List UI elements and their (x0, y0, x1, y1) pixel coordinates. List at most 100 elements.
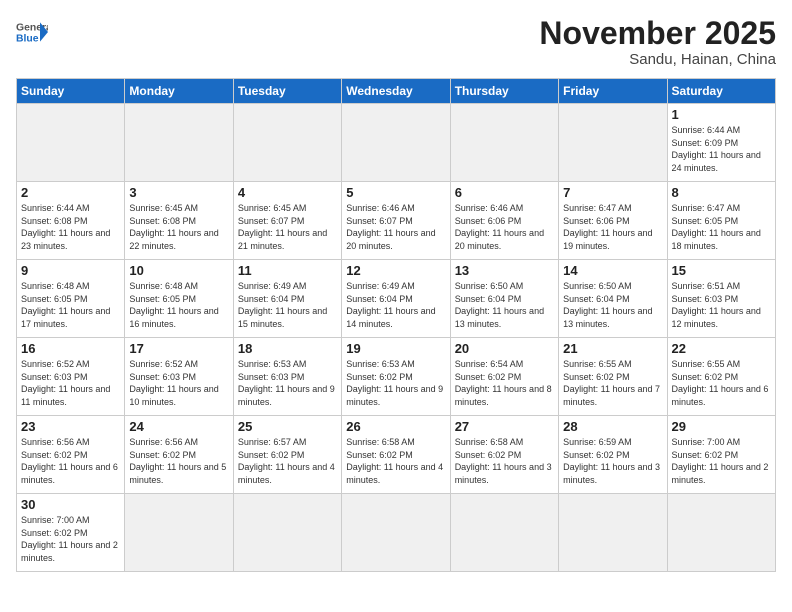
calendar-week-5: 30 Sunrise: 7:00 AM Sunset: 6:02 PM Dayli… (17, 494, 776, 572)
day-number: 12 (346, 263, 445, 278)
col-tuesday: Tuesday (233, 79, 341, 104)
day-number: 5 (346, 185, 445, 200)
calendar-week-4: 23 Sunrise: 6:56 AM Sunset: 6:02 PM Dayli… (17, 416, 776, 494)
day-number: 3 (129, 185, 228, 200)
day-number: 25 (238, 419, 337, 434)
day-number: 13 (455, 263, 554, 278)
calendar: Sunday Monday Tuesday Wednesday Thursday… (16, 78, 776, 572)
calendar-cell: 2Sunrise: 6:44 AM Sunset: 6:08 PM Daylig… (17, 182, 125, 260)
day-number: 11 (238, 263, 337, 278)
day-info: Sunrise: 6:52 AM Sunset: 6:03 PM Dayligh… (129, 358, 228, 408)
day-number: 16 (21, 341, 120, 356)
day-number: 26 (346, 419, 445, 434)
day-info: Sunrise: 6:47 AM Sunset: 6:06 PM Dayligh… (563, 202, 662, 252)
day-info: Sunrise: 6:49 AM Sunset: 6:04 PM Dayligh… (346, 280, 445, 330)
col-friday: Friday (559, 79, 667, 104)
day-number: 24 (129, 419, 228, 434)
col-monday: Monday (125, 79, 233, 104)
day-number: 1 (672, 107, 771, 122)
calendar-cell (450, 494, 558, 572)
day-number: 27 (455, 419, 554, 434)
day-info: Sunrise: 6:50 AM Sunset: 6:04 PM Dayligh… (455, 280, 554, 330)
day-info: Sunrise: 6:58 AM Sunset: 6:02 PM Dayligh… (455, 436, 554, 486)
calendar-cell: 24 Sunrise: 6:56 AM Sunset: 6:02 PM Dayli… (125, 416, 233, 494)
day-info: Sunrise: 6:46 AM Sunset: 6:07 PM Dayligh… (346, 202, 445, 252)
day-number: 2 (21, 185, 120, 200)
calendar-cell: 1 Sunrise: 6:44 AM Sunset: 6:09 PM Daylig… (667, 104, 775, 182)
day-info: Sunrise: 6:48 AM Sunset: 6:05 PM Dayligh… (21, 280, 120, 330)
day-info: Sunrise: 6:55 AM Sunset: 6:02 PM Dayligh… (563, 358, 662, 408)
day-number: 4 (238, 185, 337, 200)
day-info: Sunrise: 6:55 AM Sunset: 6:02 PM Dayligh… (672, 358, 771, 408)
calendar-cell: 23 Sunrise: 6:56 AM Sunset: 6:02 PM Dayli… (17, 416, 125, 494)
calendar-cell (667, 494, 775, 572)
calendar-cell: 4 Sunrise: 6:45 AM Sunset: 6:07 PM Daylig… (233, 182, 341, 260)
day-info: Sunrise: 6:58 AM Sunset: 6:02 PM Dayligh… (346, 436, 445, 486)
calendar-cell: 30 Sunrise: 7:00 AM Sunset: 6:02 PM Dayli… (17, 494, 125, 572)
day-number: 19 (346, 341, 445, 356)
month-title: November 2025 (539, 16, 776, 51)
day-info: Sunrise: 6:49 AM Sunset: 6:04 PM Dayligh… (238, 280, 337, 330)
day-info: Sunrise: 6:53 AM Sunset: 6:02 PM Dayligh… (346, 358, 445, 408)
day-info: Sunrise: 6:56 AM Sunset: 6:02 PM Dayligh… (129, 436, 228, 486)
calendar-cell: 29 Sunrise: 7:00 AM Sunset: 6:02 PM Dayli… (667, 416, 775, 494)
day-number: 10 (129, 263, 228, 278)
calendar-cell: 13 Sunrise: 6:50 AM Sunset: 6:04 PM Dayli… (450, 260, 558, 338)
day-number: 30 (21, 497, 120, 512)
calendar-cell: 27 Sunrise: 6:58 AM Sunset: 6:02 PM Dayli… (450, 416, 558, 494)
day-number: 17 (129, 341, 228, 356)
day-number: 23 (21, 419, 120, 434)
day-info: Sunrise: 6:47 AM Sunset: 6:05 PM Dayligh… (672, 202, 771, 252)
calendar-cell (125, 494, 233, 572)
day-info: Sunrise: 6:53 AM Sunset: 6:03 PM Dayligh… (238, 358, 337, 408)
calendar-cell (559, 494, 667, 572)
calendar-cell (233, 104, 341, 182)
calendar-cell (17, 104, 125, 182)
day-info: Sunrise: 6:45 AM Sunset: 6:07 PM Dayligh… (238, 202, 337, 252)
day-info: Sunrise: 6:45 AM Sunset: 6:08 PM Dayligh… (129, 202, 228, 252)
calendar-cell: 22 Sunrise: 6:55 AM Sunset: 6:02 PM Dayli… (667, 338, 775, 416)
calendar-cell: 19 Sunrise: 6:53 AM Sunset: 6:02 PM Dayli… (342, 338, 450, 416)
header: General Blue November 2025 Sandu, Hainan… (16, 16, 776, 68)
day-info: Sunrise: 6:51 AM Sunset: 6:03 PM Dayligh… (672, 280, 771, 330)
day-number: 14 (563, 263, 662, 278)
day-number: 9 (21, 263, 120, 278)
day-number: 20 (455, 341, 554, 356)
day-info: Sunrise: 6:44 AM Sunset: 6:09 PM Dayligh… (672, 124, 771, 174)
day-info: Sunrise: 6:57 AM Sunset: 6:02 PM Dayligh… (238, 436, 337, 486)
calendar-cell: 26 Sunrise: 6:58 AM Sunset: 6:02 PM Dayli… (342, 416, 450, 494)
day-info: Sunrise: 6:46 AM Sunset: 6:06 PM Dayligh… (455, 202, 554, 252)
day-number: 22 (672, 341, 771, 356)
calendar-cell (233, 494, 341, 572)
calendar-week-1: 2Sunrise: 6:44 AM Sunset: 6:08 PM Daylig… (17, 182, 776, 260)
calendar-cell (125, 104, 233, 182)
day-info: Sunrise: 6:56 AM Sunset: 6:02 PM Dayligh… (21, 436, 120, 486)
day-info: Sunrise: 7:00 AM Sunset: 6:02 PM Dayligh… (21, 514, 120, 564)
day-info: Sunrise: 7:00 AM Sunset: 6:02 PM Dayligh… (672, 436, 771, 486)
calendar-cell: 28Sunrise: 6:59 AM Sunset: 6:02 PM Dayli… (559, 416, 667, 494)
day-info: Sunrise: 6:54 AM Sunset: 6:02 PM Dayligh… (455, 358, 554, 408)
col-saturday: Saturday (667, 79, 775, 104)
calendar-cell (342, 104, 450, 182)
col-sunday: Sunday (17, 79, 125, 104)
logo: General Blue (16, 16, 48, 48)
day-info: Sunrise: 6:50 AM Sunset: 6:04 PM Dayligh… (563, 280, 662, 330)
calendar-cell: 7Sunrise: 6:47 AM Sunset: 6:06 PM Daylig… (559, 182, 667, 260)
calendar-cell (342, 494, 450, 572)
calendar-cell (559, 104, 667, 182)
col-wednesday: Wednesday (342, 79, 450, 104)
calendar-cell: 5 Sunrise: 6:46 AM Sunset: 6:07 PM Daylig… (342, 182, 450, 260)
day-info: Sunrise: 6:52 AM Sunset: 6:03 PM Dayligh… (21, 358, 120, 408)
calendar-cell: 10Sunrise: 6:48 AM Sunset: 6:05 PM Dayli… (125, 260, 233, 338)
day-number: 18 (238, 341, 337, 356)
calendar-cell: 9 Sunrise: 6:48 AM Sunset: 6:05 PM Daylig… (17, 260, 125, 338)
day-number: 29 (672, 419, 771, 434)
calendar-cell: 20 Sunrise: 6:54 AM Sunset: 6:02 PM Dayli… (450, 338, 558, 416)
day-number: 28 (563, 419, 662, 434)
page: General Blue November 2025 Sandu, Hainan… (0, 0, 792, 612)
col-thursday: Thursday (450, 79, 558, 104)
logo-icon: General Blue (16, 16, 48, 48)
calendar-cell: 16 Sunrise: 6:52 AM Sunset: 6:03 PM Dayli… (17, 338, 125, 416)
location-title: Sandu, Hainan, China (539, 51, 776, 68)
title-block: November 2025 Sandu, Hainan, China (539, 16, 776, 68)
